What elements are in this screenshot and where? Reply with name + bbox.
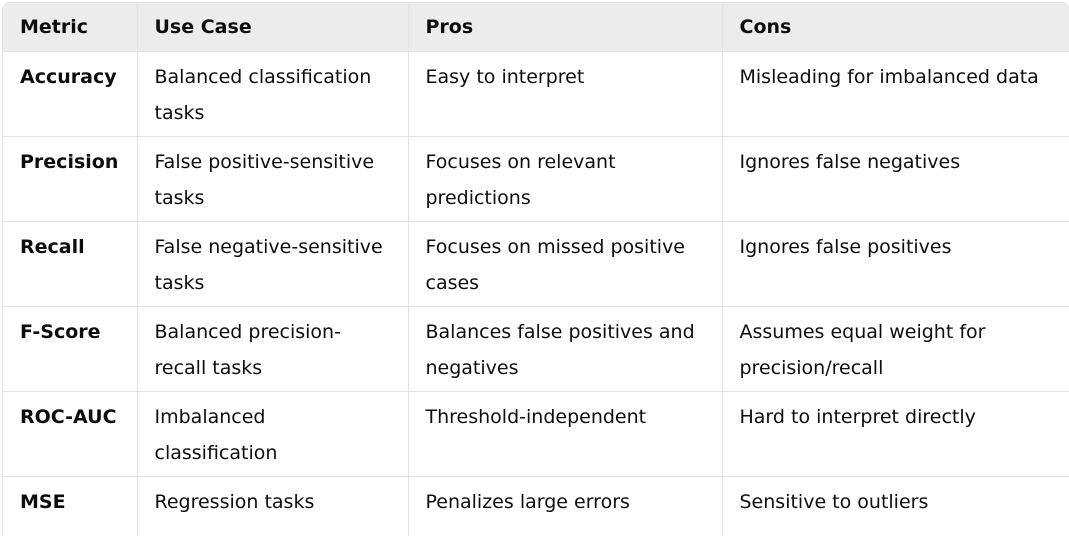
table-header: Metric Use Case Pros Cons: [3, 3, 1069, 51]
pros-cell: Penalizes large errors: [407, 475, 722, 536]
cons-cell: Ignores false positives: [721, 220, 1069, 306]
metrics-table-container: Metric Use Case Pros Cons Accuracy Balan…: [2, 2, 1069, 536]
use-case-cell: Balanced classification tasks: [136, 50, 408, 136]
use-case-cell: Regression tasks: [136, 475, 408, 536]
pros-cell: Easy to interpret: [407, 50, 722, 136]
header-row: Metric Use Case Pros Cons: [3, 3, 1069, 51]
use-case-cell: Imbalanced classification: [136, 390, 408, 476]
pros-cell: Focuses on missed positive cases: [407, 220, 722, 306]
metric-cell: Recall: [3, 220, 137, 306]
metric-cell: ROC-AUC: [3, 390, 137, 476]
use-case-cell: Balanced precision-recall tasks: [136, 305, 408, 391]
metrics-comparison-table: Metric Use Case Pros Cons Accuracy Balan…: [3, 3, 1069, 536]
table-row: F-Score Balanced precision-recall tasks …: [3, 305, 1069, 391]
metric-cell: MSE: [3, 475, 137, 536]
header-pros: Pros: [407, 3, 722, 51]
metric-cell: F-Score: [3, 305, 137, 391]
pros-cell: Balances false positives and negatives: [407, 305, 722, 391]
table-row: Precision False positive-sensitive tasks…: [3, 135, 1069, 221]
table-row: MSE Regression tasks Penalizes large err…: [3, 475, 1069, 536]
cons-cell: Ignores false negatives: [721, 135, 1069, 221]
cons-cell: Hard to interpret directly: [721, 390, 1069, 476]
metric-cell: Accuracy: [3, 50, 137, 136]
table-body: Accuracy Balanced classification tasks E…: [3, 50, 1069, 536]
header-use-case: Use Case: [136, 3, 408, 51]
table-row: ROC-AUC Imbalanced classification Thresh…: [3, 390, 1069, 476]
header-cons: Cons: [721, 3, 1069, 51]
cons-cell: Misleading for imbalanced data: [721, 50, 1069, 136]
cons-cell: Sensitive to outliers: [721, 475, 1069, 536]
use-case-cell: False positive-sensitive tasks: [136, 135, 408, 221]
cons-cell: Assumes equal weight for precision/recal…: [721, 305, 1069, 391]
table-row: Accuracy Balanced classification tasks E…: [3, 50, 1069, 136]
pros-cell: Threshold-independent: [407, 390, 722, 476]
table-row: Recall False negative-sensitive tasks Fo…: [3, 220, 1069, 306]
pros-cell: Focuses on relevant predictions: [407, 135, 722, 221]
metric-cell: Precision: [3, 135, 137, 221]
use-case-cell: False negative-sensitive tasks: [136, 220, 408, 306]
header-metric: Metric: [20, 15, 89, 38]
